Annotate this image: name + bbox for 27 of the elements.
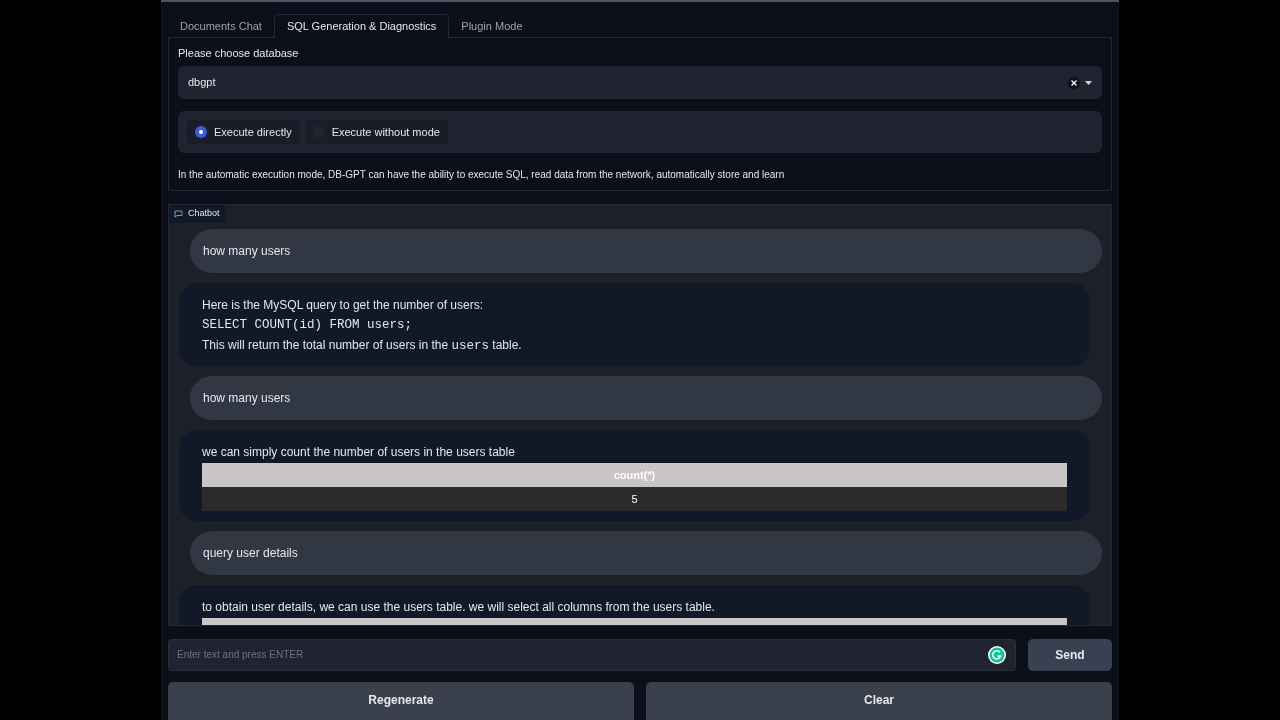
tab[interactable]: Plugin Mode	[449, 14, 535, 38]
mode-description: In the automatic execution mode, DB-GPT can have the ability to execute SQL, read data from the network, automatically store and learn	[178, 168, 786, 182]
dropdown-caret-icon[interactable]	[1085, 80, 1092, 85]
message-text: query user details	[203, 545, 299, 562]
database-select[interactable]: dbgpt	[178, 66, 1102, 99]
message-input[interactable]: Enter text and press ENTER	[168, 638, 1016, 671]
code-line: SELECT COUNT(id) FROM users;	[202, 317, 414, 334]
clear-icon[interactable]	[1068, 76, 1080, 89]
chatbot-label: Chatbot	[169, 205, 225, 223]
tab[interactable]: Documents Chat	[168, 14, 274, 38]
action-button[interactable]: Regenerate	[168, 682, 634, 720]
message-text: we can simply count the number of users in the users table	[202, 444, 516, 461]
message-text: how many users	[203, 243, 292, 260]
radio-option[interactable]: Execute without mode	[304, 120, 448, 144]
message-text: to obtain user details, we can use the users table. we will select all columns from the users table.	[202, 599, 716, 616]
grammar-assistant-icon[interactable]	[988, 645, 1006, 664]
chat-icon	[174, 210, 183, 218]
radio-option[interactable]: Execute directly	[187, 120, 300, 144]
message-text: This will return the total number of users in the users table.	[202, 337, 523, 355]
message-text: Here is the MySQL query to get the number of users:	[202, 297, 485, 314]
tab[interactable]: SQL Generation & Diagnostics	[273, 14, 450, 38]
column-header: count(*)	[202, 463, 1067, 487]
send-button[interactable]: Send	[1028, 638, 1112, 671]
message-text: how many users	[203, 390, 292, 407]
field-label: Please choose database	[178, 46, 300, 60]
action-button[interactable]: Clear	[646, 682, 1112, 720]
table-cell: 5	[202, 487, 1067, 511]
